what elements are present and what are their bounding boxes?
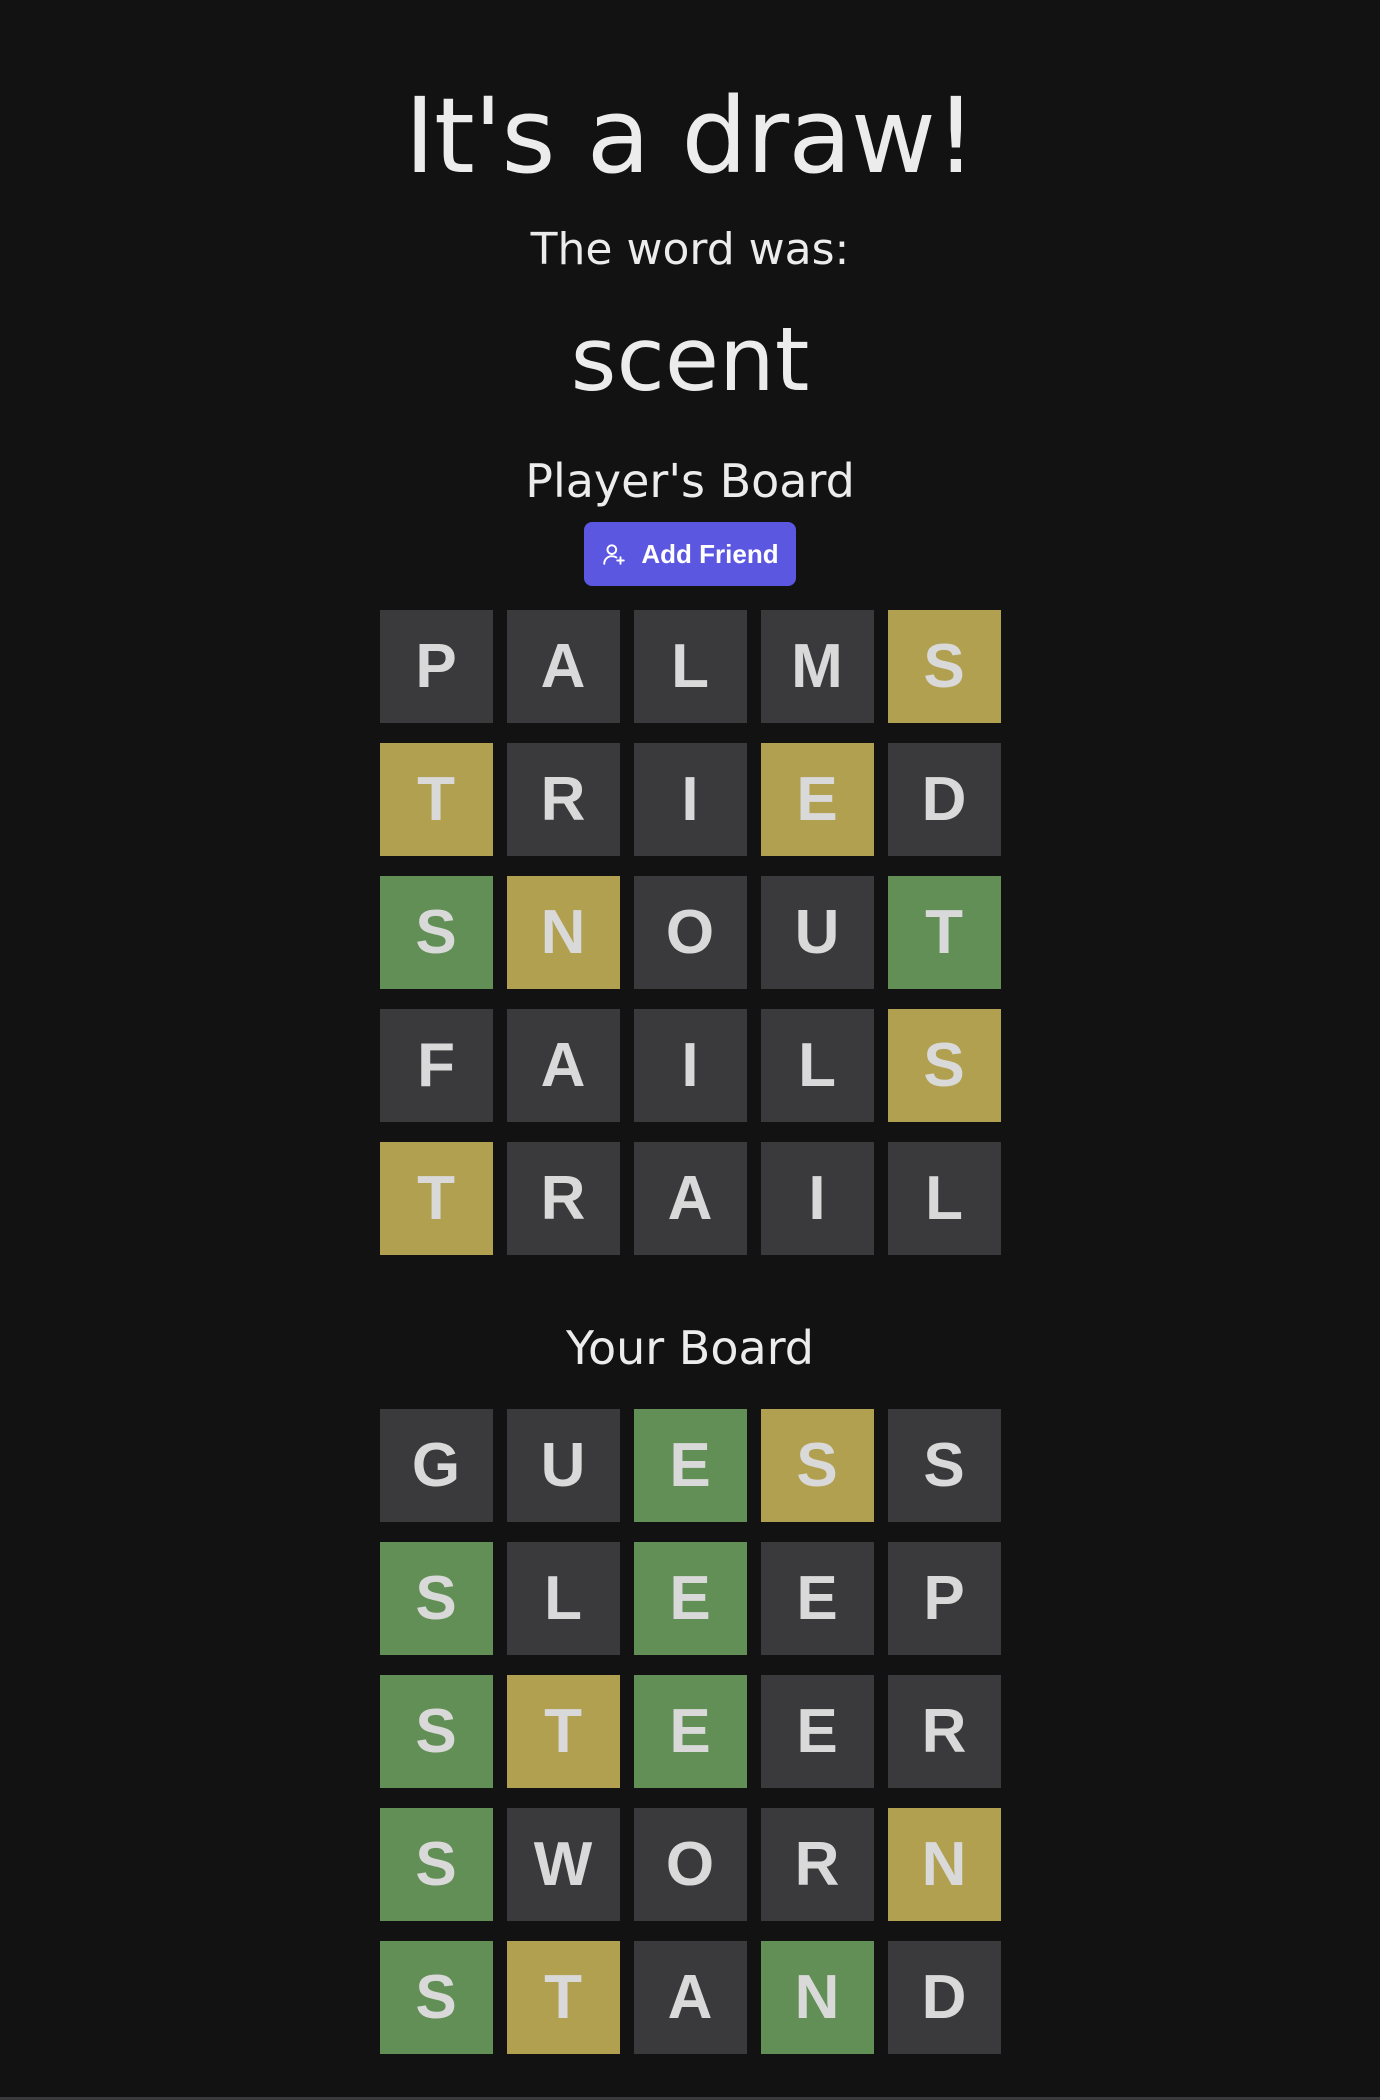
letter-tile: R xyxy=(887,1675,1001,1788)
letter-tile: S xyxy=(379,876,493,989)
letter-tile: W xyxy=(506,1808,620,1921)
letter-tile: N xyxy=(760,1941,874,2054)
letter-tile: O xyxy=(633,1808,747,1921)
letter-tile: I xyxy=(760,1142,874,1255)
letter-tile: T xyxy=(887,876,1001,989)
result-headline: It's a draw! xyxy=(404,75,976,197)
letter-tile: S xyxy=(887,1009,1001,1122)
results-screen: It's a draw! The word was: scent Player'… xyxy=(0,0,1380,2054)
letter-tile: T xyxy=(506,1675,620,1788)
letter-tile: D xyxy=(887,1941,1001,2054)
letter-tile: D xyxy=(887,743,1001,856)
letter-tile: M xyxy=(760,610,874,723)
letter-tile: A xyxy=(506,610,620,723)
letter-tile: S xyxy=(379,1941,493,2054)
letter-tile: A xyxy=(506,1009,620,1122)
letter-tile: U xyxy=(760,876,874,989)
letter-tile: S xyxy=(379,1542,493,1655)
letter-tile: S xyxy=(379,1675,493,1788)
letter-tile: T xyxy=(506,1941,620,2054)
letter-tile: I xyxy=(633,1009,747,1122)
letter-tile: L xyxy=(760,1009,874,1122)
letter-tile: R xyxy=(760,1808,874,1921)
letter-tile: E xyxy=(633,1409,747,1522)
letter-tile: S xyxy=(887,1409,1001,1522)
players-board-title: Player's Board xyxy=(525,454,855,508)
letter-tile: N xyxy=(887,1808,1001,1921)
letter-tile: P xyxy=(887,1542,1001,1655)
user-plus-icon xyxy=(601,541,627,567)
letter-tile: E xyxy=(760,1542,874,1655)
letter-tile: N xyxy=(506,876,620,989)
letter-tile: R xyxy=(506,1142,620,1255)
your-board-grid: GUESSSLEEPSTEERSWORNSTAND xyxy=(379,1409,1001,2054)
letter-tile: S xyxy=(760,1409,874,1522)
letter-tile: E xyxy=(760,1675,874,1788)
letter-tile: L xyxy=(633,610,747,723)
players-board-grid: PALMSTRIEDSNOUTFAILSTRAIL xyxy=(379,610,1001,1255)
letter-tile: S xyxy=(379,1808,493,1921)
letter-tile: A xyxy=(633,1142,747,1255)
letter-tile: F xyxy=(379,1009,493,1122)
letter-tile: G xyxy=(379,1409,493,1522)
letter-tile: E xyxy=(633,1542,747,1655)
answer-word: scent xyxy=(570,308,810,411)
add-friend-button[interactable]: Add Friend xyxy=(584,522,796,586)
word-label: The word was: xyxy=(530,224,850,275)
letter-tile: A xyxy=(633,1941,747,2054)
letter-tile: S xyxy=(887,610,1001,723)
your-board-title: Your Board xyxy=(565,1321,814,1375)
letter-tile: U xyxy=(506,1409,620,1522)
letter-tile: T xyxy=(379,743,493,856)
letter-tile: L xyxy=(887,1142,1001,1255)
letter-tile: E xyxy=(633,1675,747,1788)
letter-tile: L xyxy=(506,1542,620,1655)
letter-tile: P xyxy=(379,610,493,723)
add-friend-label: Add Friend xyxy=(641,538,779,569)
letter-tile: T xyxy=(379,1142,493,1255)
letter-tile: R xyxy=(506,743,620,856)
letter-tile: E xyxy=(760,743,874,856)
letter-tile: O xyxy=(633,876,747,989)
letter-tile: I xyxy=(633,743,747,856)
